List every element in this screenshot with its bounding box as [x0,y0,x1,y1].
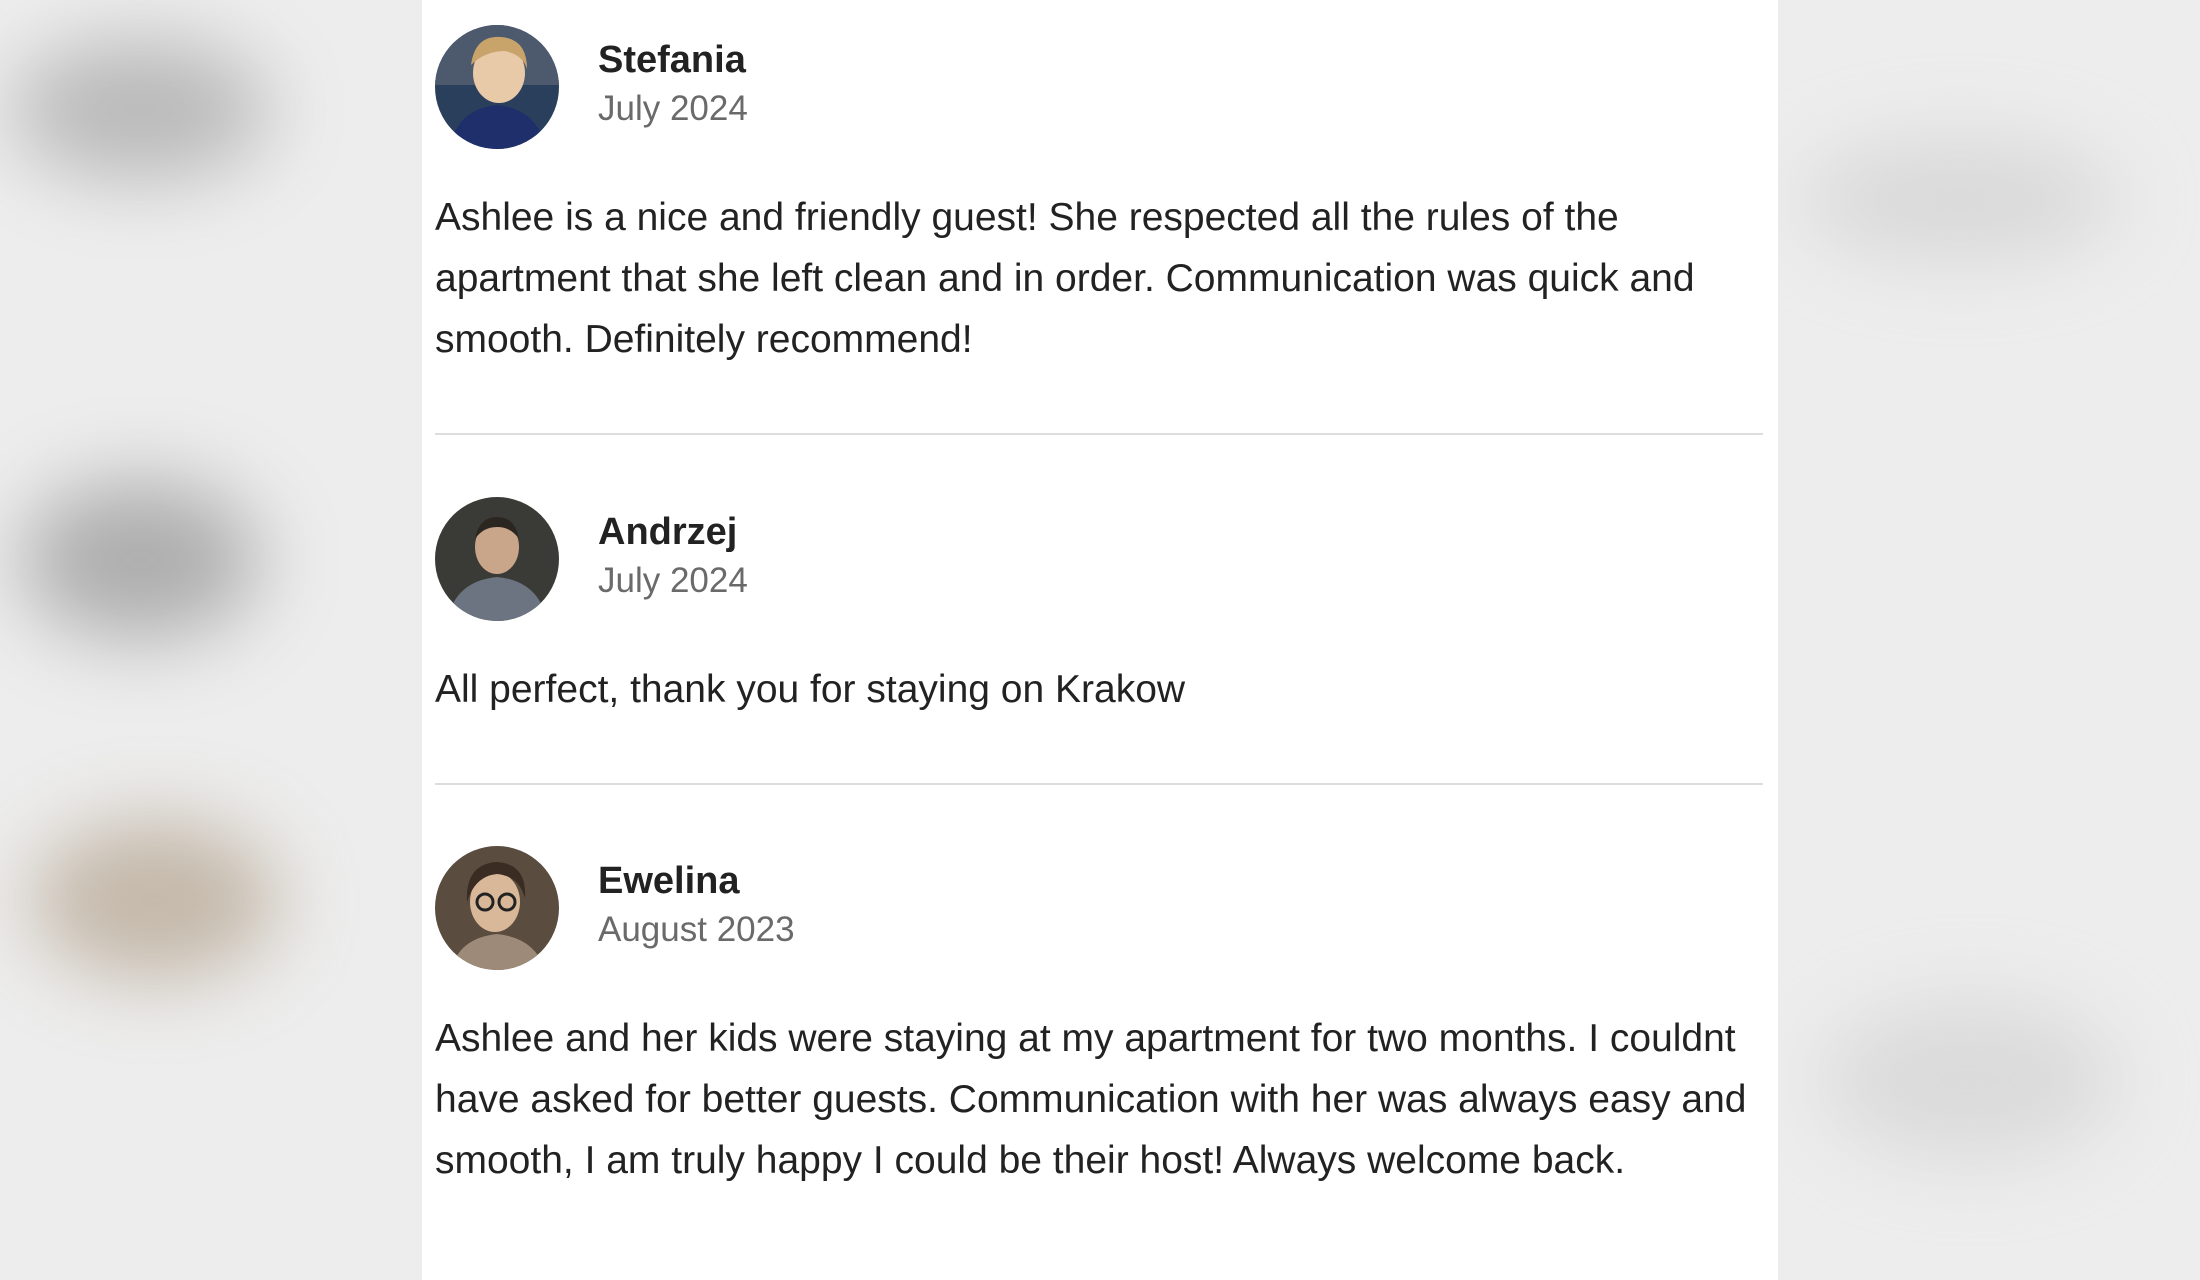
person-photo-icon [435,846,559,970]
divider [435,783,1763,785]
reviewer-header: Ewelina August 2023 [435,846,1135,970]
avatar[interactable] [435,497,559,621]
reviewer-name: Andrzej [598,511,738,553]
divider [435,433,1763,435]
reviewer-name: Ewelina [598,860,740,902]
person-photo-icon [435,497,559,621]
review-text: Ashlee is a nice and friendly guest! She… [435,196,1695,361]
reviewer-name: Stefania [598,39,746,81]
avatar[interactable] [435,25,559,149]
reviews-panel: Stefania July 2024 Ashlee is a nice and … [422,0,1778,1280]
review-date: July 2024 [598,561,748,600]
avatar[interactable] [435,846,559,970]
reviewer-header: Stefania July 2024 [435,25,1135,149]
person-photo-icon [435,25,559,149]
reviewer-header: Andrzej July 2024 [435,497,1135,621]
review-date: July 2024 [598,89,748,128]
review-text: All perfect, thank you for staying on Kr… [435,668,1186,711]
review-text: Ashlee and her kids were staying at my a… [435,1017,1747,1182]
review-date: August 2023 [598,910,795,949]
